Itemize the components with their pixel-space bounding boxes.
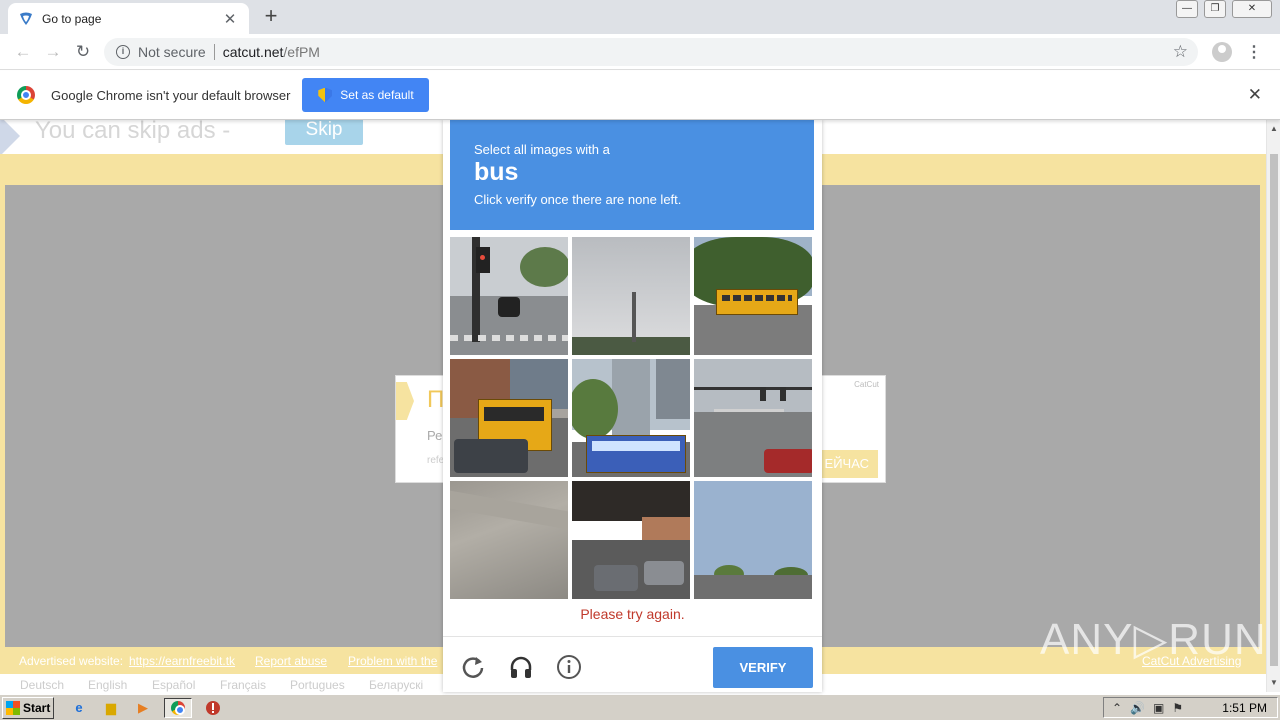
tab-strip: Go to page ✕ + — ❐ ✕ bbox=[0, 0, 1280, 34]
verify-button[interactable]: VERIFY bbox=[713, 647, 813, 688]
captcha-challenge: Select all images with a bus Click verif… bbox=[443, 120, 822, 692]
captcha-tile-8[interactable] bbox=[572, 481, 690, 599]
ad-cta-button[interactable]: ЕЙЧАС bbox=[814, 450, 878, 478]
chrome-taskbar-icon[interactable] bbox=[164, 697, 192, 718]
not-secure-label: Not secure bbox=[138, 43, 206, 60]
browser-tab[interactable]: Go to page ✕ bbox=[8, 3, 249, 34]
captcha-error-message: Please try again. bbox=[580, 606, 685, 622]
start-label: Start bbox=[23, 700, 51, 715]
clock: 1:51 PM bbox=[1222, 700, 1267, 715]
scroll-thumb[interactable] bbox=[1270, 154, 1278, 666]
windows-taskbar: Start e ▆ ▶ ⌃ 🔊 ▣ ⚑ 1:51 PM bbox=[0, 694, 1280, 720]
advertised-label: Advertised website: bbox=[19, 654, 124, 668]
system-tray: ⌃ 🔊 ▣ ⚑ 1:51 PM bbox=[1103, 697, 1278, 718]
profile-avatar-icon[interactable] bbox=[1212, 41, 1232, 62]
refresh-icon[interactable] bbox=[460, 654, 486, 680]
media-player-icon[interactable]: ▶ bbox=[132, 698, 154, 718]
uac-shield-icon bbox=[318, 87, 333, 103]
new-tab-button[interactable]: + bbox=[259, 5, 283, 29]
windows-logo-icon bbox=[6, 700, 20, 715]
maximize-button[interactable]: ❐ bbox=[1204, 0, 1226, 18]
warning-app-icon[interactable] bbox=[202, 698, 224, 718]
tray-expand-icon[interactable]: ⌃ bbox=[1112, 701, 1122, 715]
address-bar[interactable]: i Not secure catcut.net /efPM ☆ bbox=[104, 37, 1198, 66]
language-link[interactable]: English bbox=[88, 678, 127, 692]
url-host: catcut.net bbox=[222, 43, 284, 60]
anyrun-watermark: ANY▷RUN bbox=[1040, 615, 1267, 664]
captcha-footer: VERIFY bbox=[443, 636, 822, 692]
ad-small-text: refe bbox=[427, 455, 445, 466]
advertised-link[interactable]: https://earnfreebit.tk bbox=[129, 654, 235, 668]
skip-button[interactable]: Skip bbox=[285, 120, 363, 145]
ad-subtitle: Ре bbox=[427, 428, 443, 443]
infobar-close-icon[interactable]: ✕ bbox=[1248, 85, 1262, 105]
set-as-default-label: Set as default bbox=[340, 88, 414, 102]
chrome-logo-icon bbox=[171, 700, 185, 715]
captcha-target-word: bus bbox=[474, 158, 519, 186]
flag-icon[interactable]: ⚑ bbox=[1172, 701, 1183, 715]
menu-dots-icon[interactable]: ⋮ bbox=[1246, 42, 1262, 62]
captcha-tile-5[interactable] bbox=[572, 359, 690, 477]
explorer-folder-icon[interactable]: ▆ bbox=[100, 698, 122, 718]
captcha-tile-3[interactable] bbox=[694, 237, 812, 355]
reload-icon[interactable]: ↻ bbox=[68, 42, 98, 62]
network-icon[interactable]: ▣ bbox=[1153, 701, 1164, 715]
skip-ads-text: You can skip ads - bbox=[35, 120, 231, 144]
captcha-tile-7[interactable] bbox=[450, 481, 568, 599]
skip-arrow-shape bbox=[0, 120, 20, 156]
language-link[interactable]: Deutsch bbox=[20, 678, 64, 692]
scroll-up-icon[interactable]: ▲ bbox=[1270, 124, 1278, 133]
page-scrollbar[interactable]: ▲ ▼ bbox=[1266, 120, 1280, 692]
language-link[interactable]: Беларускі bbox=[369, 678, 423, 692]
omnibox-separator bbox=[213, 43, 215, 60]
skip-ads-banner: You can skip ads - Skip bbox=[0, 120, 420, 156]
captcha-header: Select all images with a bus Click verif… bbox=[450, 120, 814, 230]
volume-icon[interactable]: 🔊 bbox=[1130, 701, 1145, 715]
language-link[interactable]: Français bbox=[220, 678, 266, 692]
captcha-subinstruction: Click verify once there are none left. bbox=[474, 192, 682, 207]
default-browser-infobar: Google Chrome isn't your default browser… bbox=[0, 71, 1280, 120]
language-link[interactable]: Portugues bbox=[290, 678, 345, 692]
ad-chevron-shape bbox=[396, 382, 414, 420]
tab-close-icon[interactable]: ✕ bbox=[221, 10, 239, 28]
start-button[interactable]: Start bbox=[2, 696, 54, 719]
close-window-button[interactable]: ✕ bbox=[1232, 0, 1272, 18]
captcha-tile-1[interactable] bbox=[450, 237, 568, 355]
language-link[interactable]: Español bbox=[152, 678, 195, 692]
forward-icon[interactable]: → bbox=[38, 42, 68, 62]
set-as-default-button[interactable]: Set as default bbox=[302, 78, 430, 112]
back-icon[interactable]: ← bbox=[8, 42, 38, 62]
captcha-tile-9[interactable] bbox=[694, 481, 812, 599]
infobar-message: Google Chrome isn't your default browser bbox=[51, 87, 291, 103]
ad-title: П bbox=[427, 386, 445, 413]
window-controls: — ❐ ✕ bbox=[1176, 0, 1272, 18]
captcha-instruction: Select all images with a bbox=[474, 142, 610, 157]
catcut-favicon-icon bbox=[20, 12, 32, 25]
browser-toolbar: ← → ↻ i Not secure catcut.net /efPM ☆ ⋮ bbox=[0, 34, 1280, 70]
audio-challenge-icon[interactable] bbox=[508, 654, 534, 680]
scroll-down-icon[interactable]: ▼ bbox=[1270, 678, 1278, 687]
info-icon[interactable] bbox=[556, 654, 582, 680]
chrome-logo-icon bbox=[17, 86, 35, 104]
report-abuse-link[interactable]: Report abuse bbox=[255, 654, 327, 668]
info-icon[interactable]: i bbox=[116, 44, 130, 59]
url-path: /efPM bbox=[283, 43, 320, 60]
captcha-tile-6[interactable] bbox=[694, 359, 812, 477]
captcha-tile-2[interactable] bbox=[572, 237, 690, 355]
ie-icon[interactable]: e bbox=[68, 698, 90, 718]
bookmark-star-icon[interactable]: ☆ bbox=[1173, 42, 1188, 62]
problem-link[interactable]: Problem with the bbox=[348, 654, 437, 668]
captcha-tile-4[interactable] bbox=[450, 359, 568, 477]
ad-tag: CatCut bbox=[854, 380, 879, 389]
tab-title: Go to page bbox=[42, 11, 102, 26]
minimize-button[interactable]: — bbox=[1176, 0, 1198, 18]
